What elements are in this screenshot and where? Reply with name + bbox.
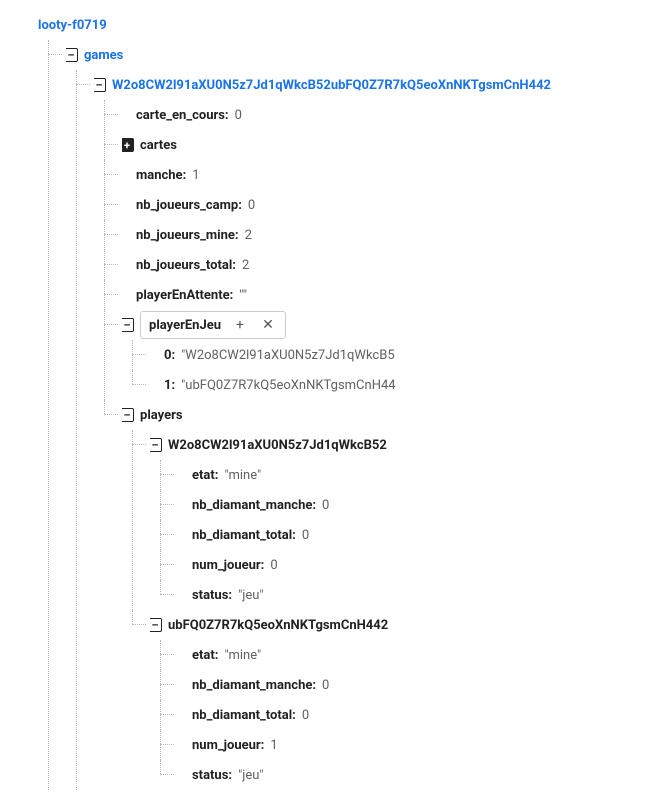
field-key[interactable]: carte_en_cours: bbox=[136, 108, 229, 123]
field-key[interactable]: num_joueur: bbox=[192, 738, 264, 753]
field-value: 0 bbox=[235, 108, 242, 123]
field-value: 1 bbox=[192, 168, 199, 183]
field-key[interactable]: nb_joueurs_total: bbox=[136, 258, 236, 273]
field-value: "" bbox=[239, 288, 247, 303]
field-value: "mine" bbox=[224, 648, 261, 663]
field-key[interactable]: nb_joueurs_camp: bbox=[136, 198, 242, 213]
collapse-icon[interactable] bbox=[150, 438, 162, 452]
field-key[interactable]: manche: bbox=[136, 168, 186, 183]
players-node[interactable]: players bbox=[140, 408, 183, 423]
field-key[interactable]: nb_diamant_manche: bbox=[192, 678, 316, 693]
cartes-node[interactable]: cartes bbox=[140, 138, 177, 153]
collapse-icon[interactable] bbox=[66, 48, 78, 62]
field-key[interactable]: playerEnAttente: bbox=[136, 288, 233, 303]
field-key[interactable]: 1: bbox=[164, 378, 175, 393]
database-tree: looty-f0719 games W2o8CW2l91aXU0N5z7Jd1q… bbox=[10, 10, 638, 790]
playerenjeu-node[interactable]: playerEnJeu bbox=[149, 318, 221, 333]
field-value: "jeu" bbox=[238, 588, 264, 603]
field-value: "jeu" bbox=[238, 768, 264, 783]
field-key[interactable]: nb_diamant_manche: bbox=[192, 498, 316, 513]
field-value: 0 bbox=[322, 678, 329, 693]
delete-icon[interactable]: ✕ bbox=[259, 316, 277, 334]
player-id-node[interactable]: W2o8CW2l91aXU0N5z7Jd1qWkcB52 bbox=[168, 438, 387, 453]
field-value: 2 bbox=[245, 228, 252, 243]
selected-node[interactable]: playerEnJeu + ✕ bbox=[140, 311, 286, 339]
field-value: "W2o8CW2l91aXU0N5z7Jd1qWkcB5 bbox=[181, 348, 395, 363]
field-value: 0 bbox=[322, 498, 329, 513]
field-key[interactable]: num_joueur: bbox=[192, 558, 264, 573]
field-key[interactable]: 0: bbox=[164, 348, 175, 363]
add-child-icon[interactable]: + bbox=[231, 316, 249, 334]
field-key[interactable]: etat: bbox=[192, 468, 218, 483]
collapse-icon[interactable] bbox=[122, 318, 134, 332]
field-value: 0 bbox=[302, 708, 309, 723]
game-id-node[interactable]: W2o8CW2l91aXU0N5z7Jd1qWkcB52ubFQ0Z7R7kQ5… bbox=[112, 78, 551, 93]
field-value: 1 bbox=[270, 738, 277, 753]
field-value: 0 bbox=[248, 198, 255, 213]
field-value: "ubFQ0Z7R7kQ5eoXnNKTgsmCnH44 bbox=[181, 378, 395, 393]
games-node[interactable]: games bbox=[84, 48, 123, 63]
field-value: "mine" bbox=[224, 468, 261, 483]
field-value: 0 bbox=[302, 528, 309, 543]
field-key[interactable]: status: bbox=[192, 588, 232, 603]
field-key[interactable]: etat: bbox=[192, 648, 218, 663]
field-key[interactable]: status: bbox=[192, 768, 232, 783]
field-key[interactable]: nb_diamant_total: bbox=[192, 528, 296, 543]
field-key[interactable]: nb_diamant_total: bbox=[192, 708, 296, 723]
collapse-icon[interactable] bbox=[150, 618, 162, 632]
expand-icon[interactable] bbox=[122, 138, 134, 152]
field-key[interactable]: nb_joueurs_mine: bbox=[136, 228, 239, 243]
collapse-icon[interactable] bbox=[94, 78, 106, 92]
root-node[interactable]: looty-f0719 bbox=[38, 18, 107, 33]
collapse-icon[interactable] bbox=[122, 408, 134, 422]
player-id-node[interactable]: ubFQ0Z7R7kQ5eoXnNKTgsmCnH442 bbox=[168, 618, 388, 633]
field-value: 0 bbox=[270, 558, 277, 573]
field-value: 2 bbox=[242, 258, 249, 273]
